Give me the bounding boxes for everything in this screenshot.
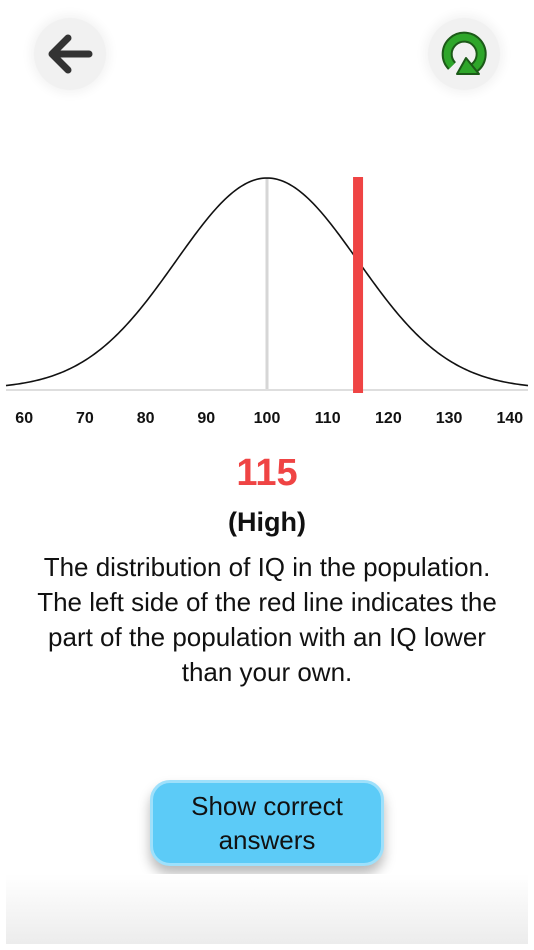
bottom-fade [6, 874, 528, 944]
x-tick-labels: 60 70 80 90 100 110 120 130 140 [15, 410, 523, 427]
x-tick-label: 140 [496, 410, 523, 427]
x-tick-label: 80 [137, 410, 155, 427]
result-description: The distribution of IQ in the population… [37, 552, 497, 687]
x-tick-label: 60 [15, 410, 33, 427]
back-button[interactable] [34, 18, 106, 90]
x-tick-label: 70 [76, 410, 94, 427]
score-value: 115 [236, 452, 298, 494]
x-tick-label: 100 [254, 410, 281, 427]
iq-distribution-chart: 60 70 80 90 100 110 120 130 140 [0, 150, 534, 440]
distribution-svg: 60 70 80 90 100 110 120 130 140 [5, 177, 529, 427]
x-tick-label: 120 [375, 410, 402, 427]
arrow-left-icon [48, 34, 93, 74]
x-tick-label: 130 [436, 410, 463, 427]
restart-icon [441, 31, 487, 75]
x-tick-label: 90 [197, 410, 215, 427]
x-tick-label: 110 [315, 410, 341, 427]
restart-button[interactable] [428, 18, 500, 90]
score-level: (High) [228, 507, 306, 537]
show-correct-answers-button[interactable]: Show correct answers [150, 780, 384, 866]
